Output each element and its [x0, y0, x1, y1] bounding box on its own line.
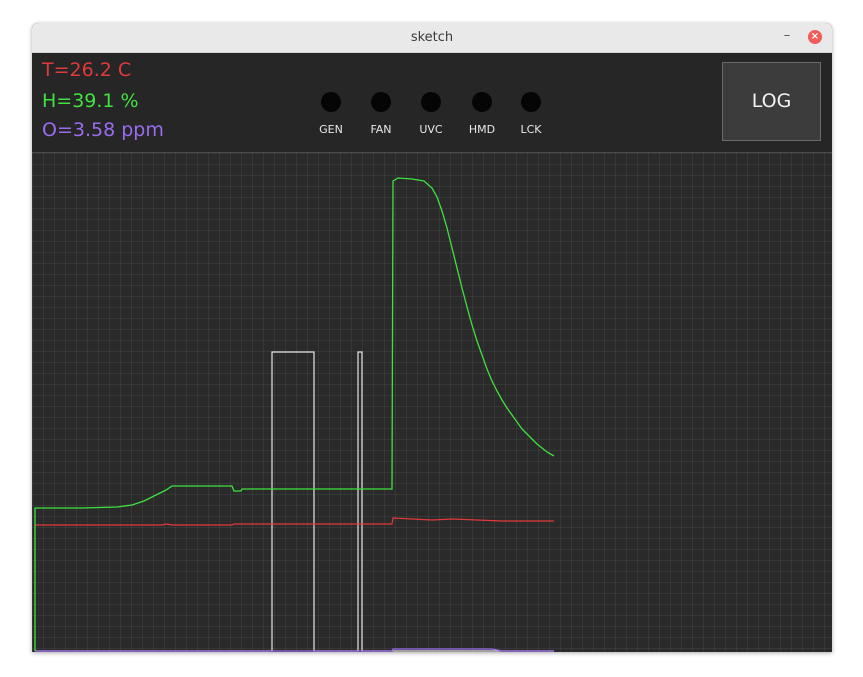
status-header: T=26.2 C H=39.1 % O=3.58 ppm GEN FAN UVC…: [32, 53, 832, 153]
indicator-uvc: UVC: [411, 92, 451, 136]
indicator-lck-light: [521, 92, 541, 112]
window-title: sketch: [410, 30, 454, 45]
indicator-lck: LCK: [511, 92, 551, 136]
indicator-fan: FAN: [361, 92, 401, 136]
temperature-trace: [35, 517, 554, 526]
indicator-gen: GEN: [311, 92, 351, 136]
indicator-uvc-light: [421, 92, 441, 112]
indicator-uvc-label: UVC: [419, 123, 443, 136]
indicator-gen-label: GEN: [319, 123, 343, 136]
humidity-readout: H=39.1 %: [42, 90, 139, 112]
temperature-readout: T=26.2 C: [42, 59, 132, 81]
indicator-hmd-light: [472, 92, 492, 112]
indicator-fan-label: FAN: [370, 123, 392, 136]
close-icon[interactable]: ×: [808, 30, 822, 44]
indicator-hmd-label: HMD: [468, 123, 496, 136]
sensor-plot: [32, 153, 832, 652]
log-button[interactable]: LOG: [722, 62, 821, 141]
title-bar[interactable]: sketch – ×: [32, 23, 832, 53]
indicator-gen-light: [321, 92, 341, 112]
indicator-fan-light: [371, 92, 391, 112]
humidity-trace: [34, 177, 555, 651]
sensor-plot-svg: [34, 177, 555, 652]
generator-trace: [35, 351, 554, 652]
app-window: sketch – × T=26.2 C H=39.1 % O=3.58 ppm …: [32, 23, 832, 652]
minimize-icon[interactable]: –: [780, 28, 794, 44]
indicator-hmd: HMD: [462, 92, 502, 136]
indicator-lck-label: LCK: [520, 123, 542, 136]
ozone-readout: O=3.58 ppm: [42, 119, 164, 141]
